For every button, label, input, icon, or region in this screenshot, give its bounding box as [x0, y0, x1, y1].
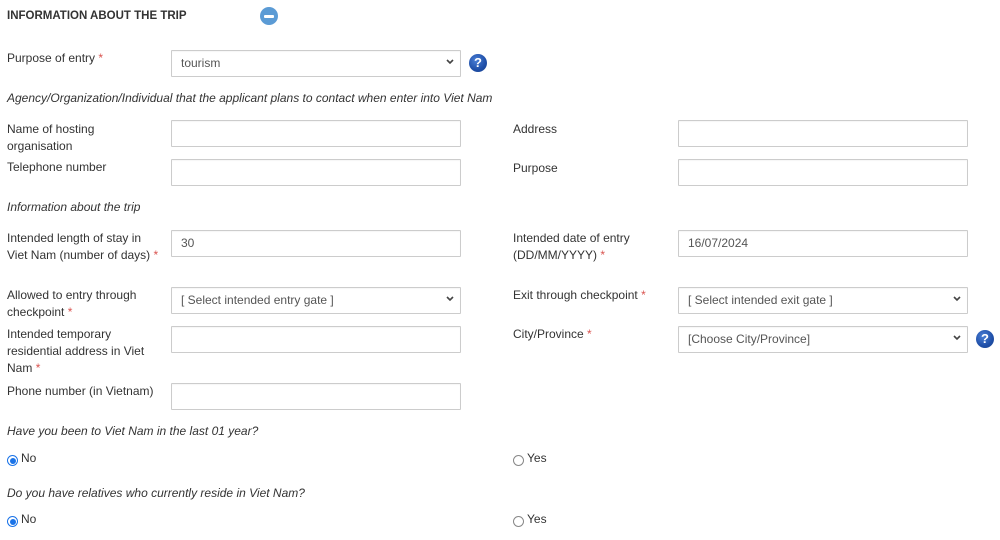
- purpose-of-entry-select[interactable]: tourism: [171, 50, 461, 77]
- temp-address-input[interactable]: [171, 326, 461, 353]
- entry-date-label-text: Intended date of entry (DD/MM/YYYY): [513, 231, 630, 262]
- vn-phone-input[interactable]: [171, 383, 461, 410]
- radio-label: No: [21, 512, 37, 526]
- length-of-stay-label: Intended length of stay in Viet Nam (num…: [7, 230, 162, 264]
- purpose-label: Purpose: [513, 161, 558, 175]
- entry-gate-select[interactable]: [ Select intended entry gate ]: [171, 287, 461, 314]
- radio-label: Yes: [527, 451, 547, 465]
- purpose-of-entry-value: tourism: [181, 56, 221, 70]
- vn-phone-label: Phone number (in Vietnam): [7, 384, 154, 398]
- entry-date-label: Intended date of entry (DD/MM/YYYY) *: [513, 230, 663, 264]
- exit-gate-label-text: Exit through checkpoint: [513, 288, 638, 302]
- hosting-name-input[interactable]: [171, 120, 461, 147]
- required-mark: *: [153, 248, 159, 262]
- telephone-label: Telephone number: [7, 160, 107, 174]
- hosting-name-label: Name of hosting organisation: [7, 122, 95, 153]
- question-visited-vietnam: Have you been to Viet Nam in the last 01…: [7, 424, 259, 438]
- question-circle-icon[interactable]: ?: [976, 330, 994, 348]
- city-label: City/Province *: [513, 326, 592, 343]
- chevron-down-icon: [446, 59, 454, 66]
- radio-label: No: [21, 451, 37, 465]
- temp-address-label-text: Intended temporary residential address i…: [7, 327, 145, 375]
- required-mark: *: [67, 305, 73, 319]
- question-circle-icon[interactable]: ?: [469, 54, 487, 72]
- contact-heading: Agency/Organization/Individual that the …: [7, 91, 493, 105]
- radio-label: Yes: [527, 512, 547, 526]
- city-label-text: City/Province: [513, 327, 584, 341]
- address-label: Address: [513, 122, 558, 136]
- entry-gate-label: Allowed to entry through checkpoint *: [7, 287, 157, 321]
- radio-button[interactable]: [7, 455, 18, 466]
- chevron-down-icon: [446, 296, 454, 303]
- section-title: INFORMATION ABOUT THE TRIP: [7, 10, 187, 22]
- telephone-input[interactable]: [171, 159, 461, 186]
- chevron-down-icon: [953, 335, 961, 342]
- address-input[interactable]: [678, 120, 968, 147]
- temp-address-label: Intended temporary residential address i…: [7, 326, 157, 377]
- required-mark: *: [600, 248, 606, 262]
- entry-gate-value: [ Select intended entry gate ]: [181, 293, 334, 307]
- city-value: [Choose City/Province]: [688, 332, 811, 346]
- required-mark: *: [98, 51, 104, 65]
- length-of-stay-input[interactable]: 30: [171, 230, 461, 257]
- chevron-down-icon: [953, 296, 961, 303]
- purpose-of-entry-label: Purpose of entry *: [7, 50, 103, 67]
- entry-date-input[interactable]: 16/07/2024: [678, 230, 968, 257]
- city-select[interactable]: [Choose City/Province]: [678, 326, 968, 353]
- radio-button[interactable]: [513, 455, 524, 466]
- question-relatives-in-vietnam: Do you have relatives who currently resi…: [7, 486, 305, 500]
- radio-button[interactable]: [7, 516, 18, 527]
- radio-button[interactable]: [513, 516, 524, 527]
- required-mark: *: [35, 361, 41, 375]
- exit-gate-label: Exit through checkpoint *: [513, 287, 646, 304]
- purpose-of-entry-label-text: Purpose of entry: [7, 51, 96, 65]
- required-mark: *: [641, 288, 646, 302]
- purpose-input[interactable]: [678, 159, 968, 186]
- minus-circle-icon[interactable]: [260, 7, 278, 25]
- exit-gate-value: [ Select intended exit gate ]: [688, 293, 833, 307]
- length-of-stay-label-text: Intended length of stay in Viet Nam (num…: [7, 231, 151, 262]
- trip-heading: Information about the trip: [7, 200, 141, 214]
- required-mark: *: [587, 327, 592, 341]
- exit-gate-select[interactable]: [ Select intended exit gate ]: [678, 287, 968, 314]
